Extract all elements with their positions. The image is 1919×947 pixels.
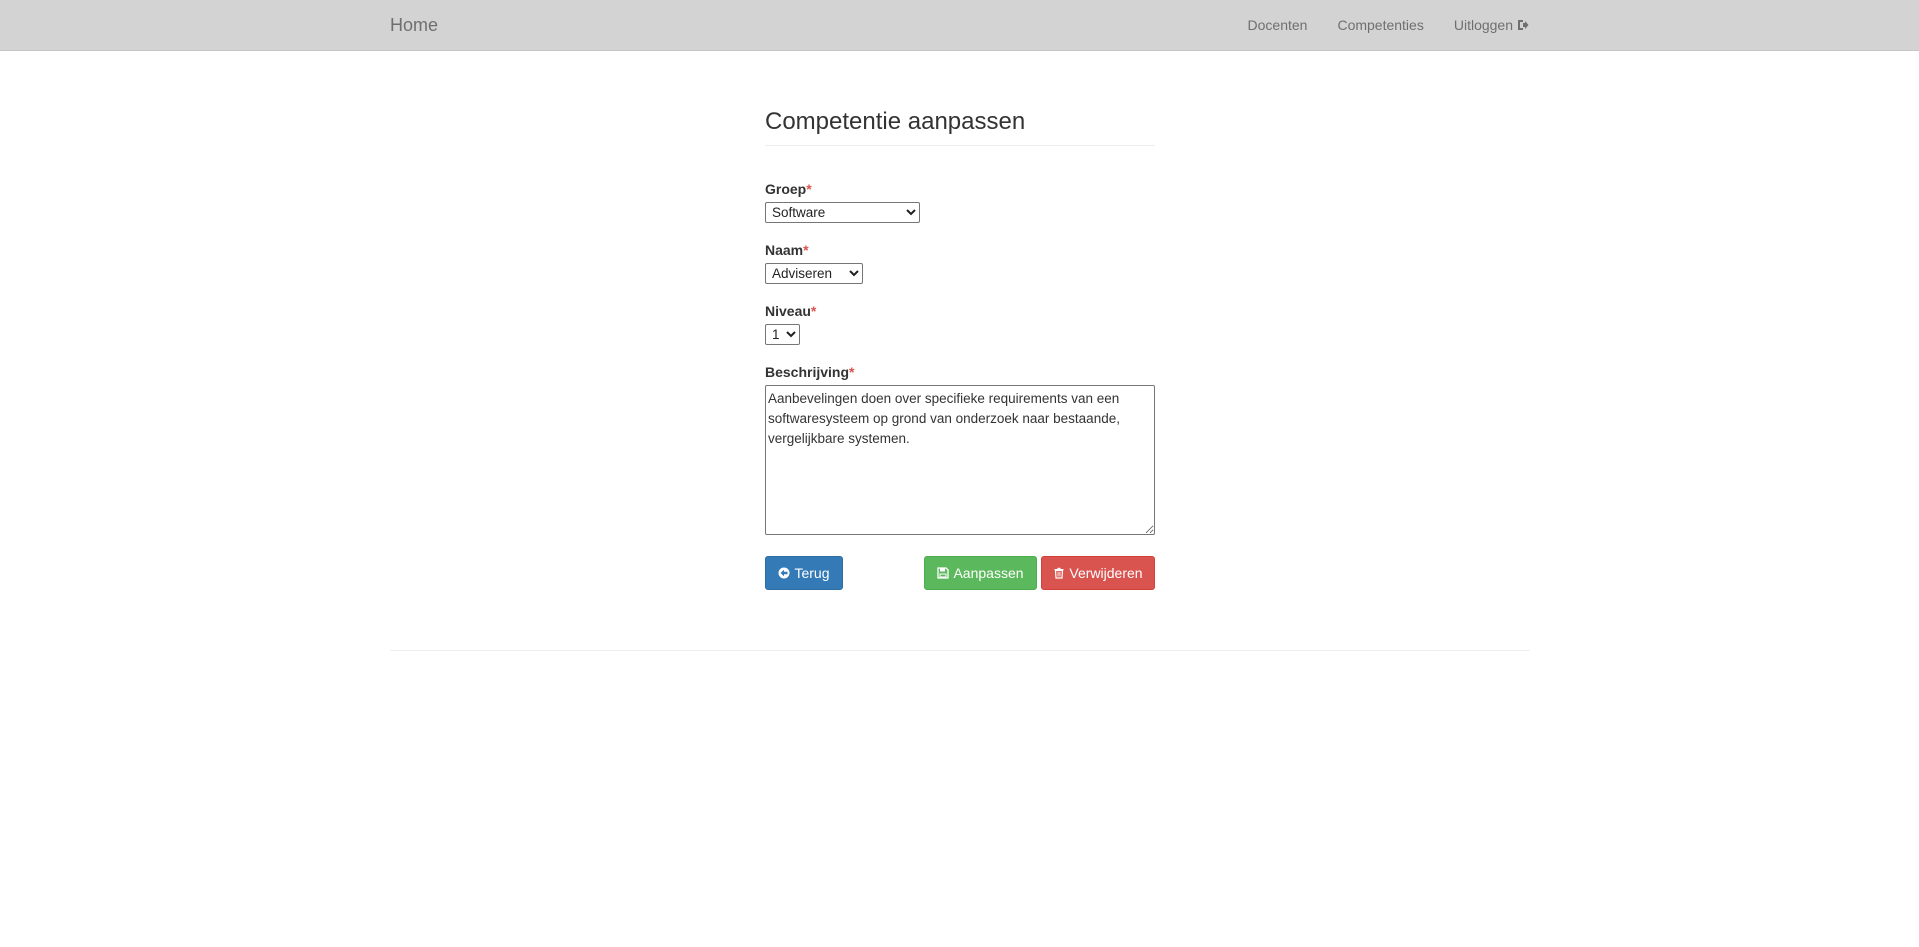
- required-marker: *: [810, 303, 817, 319]
- niveau-label: Niveau*: [765, 302, 1155, 320]
- delete-button-label: Verwijderen: [1069, 565, 1143, 581]
- niveau-select[interactable]: 1: [765, 324, 800, 345]
- required-marker: *: [849, 364, 855, 380]
- navbar: Home Docenten Competenties Uitloggen: [0, 0, 1919, 51]
- trash-icon: [1054, 567, 1064, 579]
- nav-competenties[interactable]: Competenties: [1337, 17, 1423, 33]
- sign-out-icon: [1518, 20, 1529, 30]
- nav-uitloggen-label: Uitloggen: [1453, 17, 1513, 33]
- page-title: Competentie aanpassen: [765, 108, 1155, 146]
- delete-button[interactable]: Verwijderen: [1041, 556, 1155, 590]
- groep-label: Groep*: [765, 180, 1155, 198]
- home-link[interactable]: Home: [390, 15, 438, 36]
- required-marker: *: [806, 181, 812, 197]
- beschrijving-group: Beschrijving* Aanbevelingen doen over sp…: [765, 363, 1155, 540]
- naam-label-text: Naam: [765, 242, 804, 258]
- groep-select[interactable]: Software: [765, 202, 920, 223]
- nav-docenten[interactable]: Docenten: [1248, 17, 1308, 33]
- nav-uitloggen[interactable]: Uitloggen: [1454, 17, 1529, 33]
- required-marker: *: [803, 242, 809, 258]
- nav-docenten-label: Docenten: [1247, 17, 1308, 33]
- floppy-disk-icon: [937, 567, 950, 579]
- back-button[interactable]: Terug: [765, 556, 843, 590]
- nav-competenties-label: Competenties: [1337, 17, 1424, 33]
- edit-competentie-form: Competentie aanpassen Groep* Software Na…: [765, 108, 1155, 540]
- nav-links: Docenten Competenties Uitloggen: [1248, 17, 1529, 33]
- beschrijving-label-text: Beschrijving: [765, 364, 850, 380]
- beschrijving-textarea[interactable]: Aanbevelingen doen over specifieke requi…: [765, 385, 1155, 535]
- beschrijving-label: Beschrijving*: [765, 363, 1155, 381]
- save-button-label: Aanpassen: [953, 565, 1024, 581]
- save-button[interactable]: Aanpassen: [924, 556, 1037, 590]
- niveau-label-text: Niveau: [765, 303, 811, 319]
- naam-label: Naam*: [765, 241, 1155, 259]
- naam-group: Naam* Adviseren: [765, 241, 1155, 284]
- niveau-group: Niveau* 1: [765, 302, 1155, 345]
- arrow-circle-left-icon: [778, 567, 790, 579]
- back-button-label: Terug: [794, 565, 830, 581]
- naam-select[interactable]: Adviseren: [765, 263, 863, 284]
- footer-divider: [390, 650, 1530, 651]
- groep-group: Groep* Software: [765, 180, 1155, 223]
- groep-label-text: Groep: [765, 181, 807, 197]
